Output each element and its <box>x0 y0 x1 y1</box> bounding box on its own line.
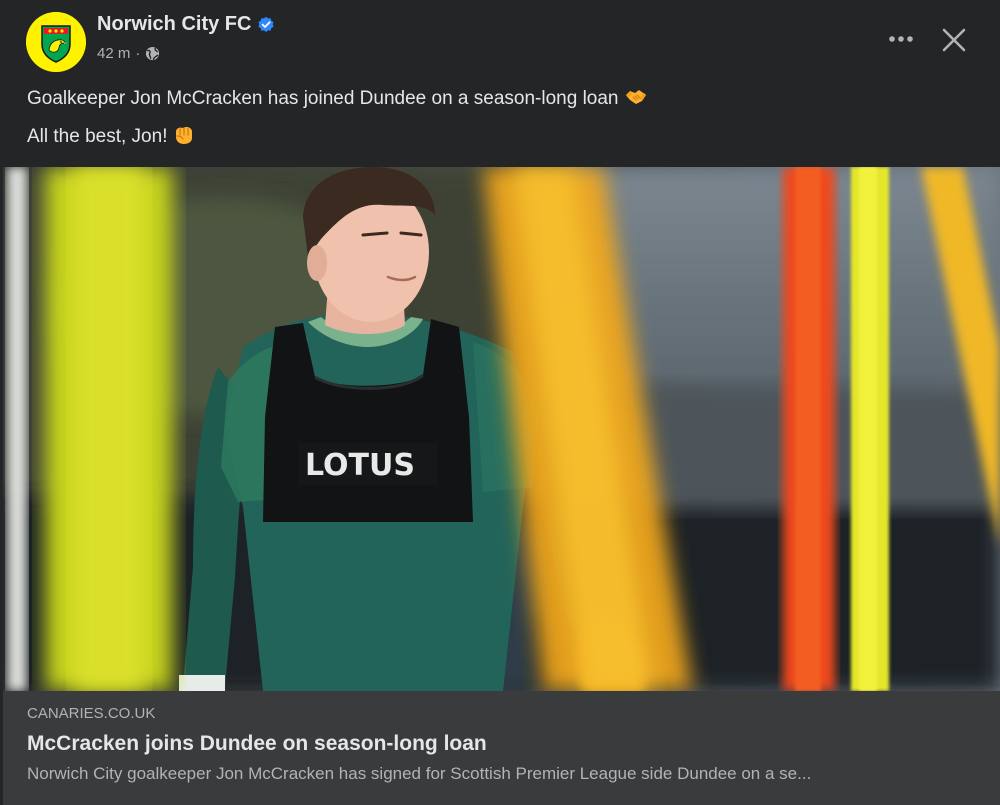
post-text-line: Goalkeeper Jon McCracken has joined Dund… <box>27 86 967 112</box>
post-photo[interactable]: LOTUS <box>3 167 1000 691</box>
post-meta: 42 m · <box>97 45 160 62</box>
post-timestamp[interactable]: 42 m <box>97 45 130 62</box>
link-domain: CANARIES.CO.UK <box>27 705 156 722</box>
link-title[interactable]: McCracken joins Dundee on season-long lo… <box>27 732 487 756</box>
page-name[interactable]: Norwich City FC <box>97 13 251 36</box>
post-header: Norwich City FC 42 m · <box>0 0 1000 80</box>
handshake-emoji <box>625 90 646 104</box>
close-button[interactable] <box>934 20 974 60</box>
globe-icon[interactable] <box>145 46 160 61</box>
goalkeeper-training-photo: LOTUS <box>3 167 1000 691</box>
more-horizontal-icon <box>889 36 913 42</box>
page-name-row: Norwich City FC <box>97 13 275 36</box>
close-icon <box>942 28 966 52</box>
fist-bump-emoji <box>176 127 193 144</box>
page-avatar[interactable] <box>26 12 86 72</box>
club-crest-icon <box>26 12 86 72</box>
link-preview-card[interactable]: CANARIES.CO.UK McCracken joins Dundee on… <box>3 691 1000 805</box>
post-text-line-1: Goalkeeper Jon McCracken has joined Dund… <box>27 88 619 109</box>
more-options-button[interactable] <box>882 24 920 54</box>
post-message: Goalkeeper Jon McCracken has joined Dund… <box>27 86 967 150</box>
meta-separator: · <box>135 45 141 62</box>
facebook-post: Norwich City FC 42 m · Goalkeeper Jon Mc… <box>0 0 1000 805</box>
link-description: Norwich City goalkeeper Jon McCracken ha… <box>27 764 812 783</box>
verified-badge-icon <box>258 16 275 32</box>
bib-sponsor-text: LOTUS <box>305 448 415 483</box>
post-text-line: All the best, Jon! <box>27 124 967 150</box>
post-text-line-2: All the best, Jon! <box>27 126 168 147</box>
